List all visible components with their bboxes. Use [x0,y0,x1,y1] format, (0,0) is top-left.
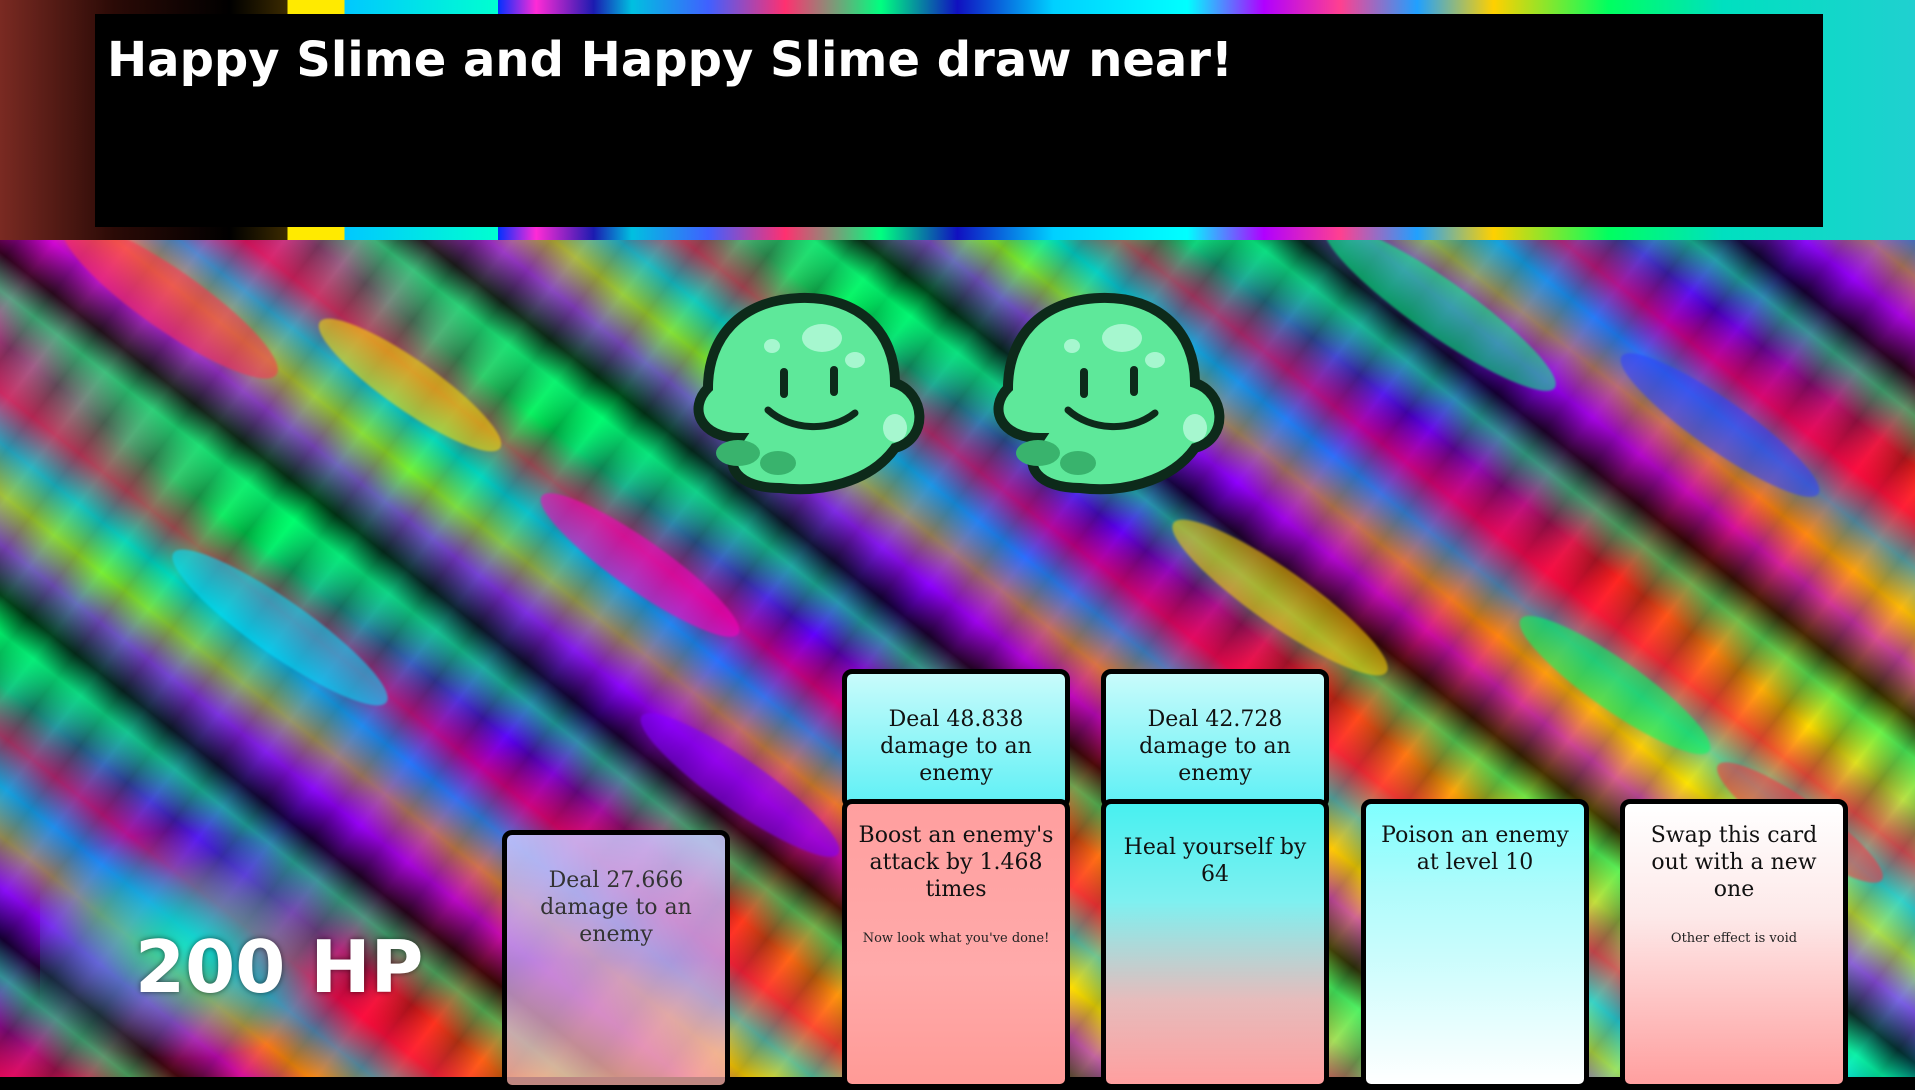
card-title: Heal yourself by 64 [1123,835,1307,887]
card-poison-enemy[interactable]: Poison an enemy at level 10 [1361,799,1589,1089]
card-subtitle: Other effect is void [1670,931,1798,946]
card-title: Deal 42.728 damage to an enemy [1139,707,1291,786]
happy-slime-icon [693,292,925,495]
card-boost-enemy-attack[interactable]: Boost an enemy's attack by 1.468 times N… [842,799,1070,1089]
player-hp: 200 HP [135,925,424,1009]
card-swap[interactable]: Swap this card out with a new one Other … [1620,799,1848,1089]
card-title: Deal 27.666 damage to an enemy [540,868,692,947]
card-title: Poison an enemy at level 10 [1381,823,1569,875]
happy-slime-icon [993,292,1225,495]
card-deal-damage[interactable]: Deal 42.728 damage to an enemy [1101,669,1329,809]
battle-message: Happy Slime and Happy Slime draw near! [107,32,1233,88]
card-deal-damage-faded[interactable]: Deal 27.666 damage to an enemy [502,830,730,1090]
card-deal-damage[interactable]: Deal 48.838 damage to an enemy [842,669,1070,809]
card-title: Swap this card out with a new one [1650,823,1818,902]
message-box: Happy Slime and Happy Slime draw near! [95,14,1823,227]
enemy-happy-slime-2[interactable] [980,288,1242,508]
card-title: Boost an enemy's attack by 1.468 times [858,823,1054,902]
card-heal-yourself[interactable]: Heal yourself by 64 [1101,799,1329,1089]
card-title: Deal 48.838 damage to an enemy [880,707,1032,786]
card-subtitle: Now look what you've done! [862,931,1050,946]
enemy-happy-slime-1[interactable] [680,288,942,508]
